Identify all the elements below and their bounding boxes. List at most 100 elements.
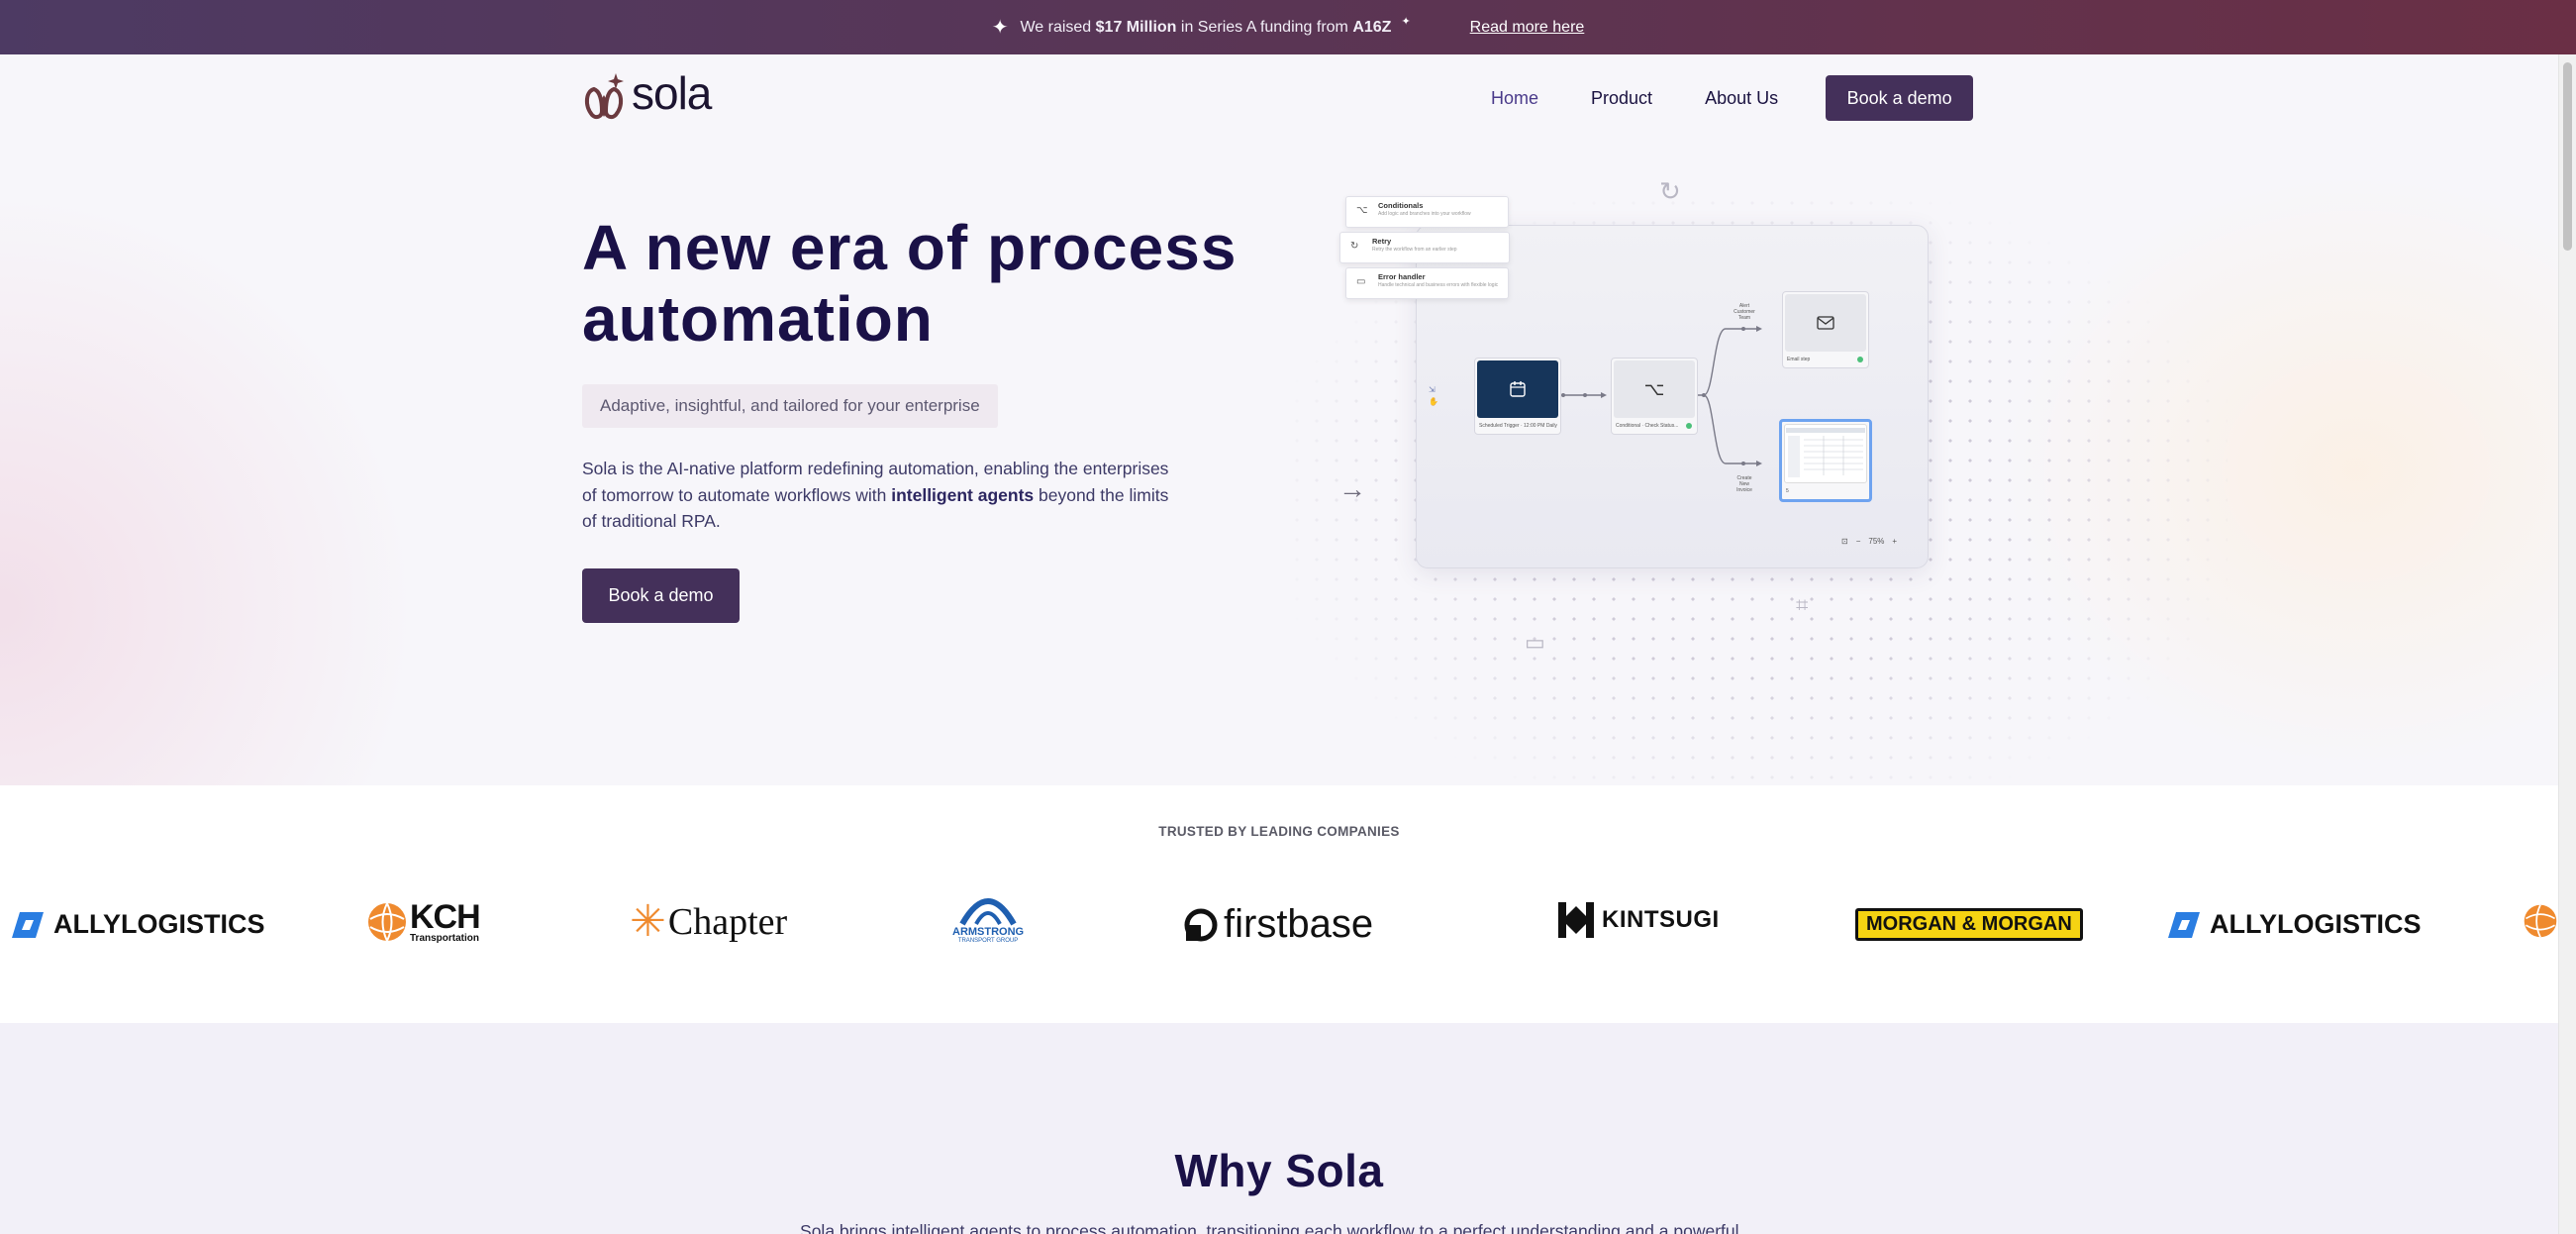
hero-book-demo-button[interactable]: Book a demo xyxy=(582,568,740,623)
sparkle-icon: ✦ xyxy=(991,17,1009,39)
armstrong-logo: ARMSTRONG TRANSPORT GROUP xyxy=(952,892,1024,944)
branch-label-bottom: Create New Invoice xyxy=(1736,475,1752,493)
kch-subtitle: Transportation xyxy=(410,933,480,944)
hero-title-line1: A new era of process xyxy=(582,212,1238,283)
trusted-label: TRUSTED BY LEADING COMPANIES xyxy=(1158,824,1400,839)
menu-item-error-handler[interactable]: ▭ Error handler Handle technical and bus… xyxy=(1345,267,1509,299)
condition-node-box: ⌥ xyxy=(1614,360,1695,418)
allylogistics-mark-icon xyxy=(12,911,44,938)
firstbase-mark-icon xyxy=(1184,908,1218,941)
brand-name: sola xyxy=(632,67,712,119)
zoom-level: 75% xyxy=(1868,537,1885,546)
sola-logo-icon xyxy=(585,73,624,120)
menu-item-sub: Handle technical and business errors wit… xyxy=(1378,282,1499,288)
spreadsheet-thumbnail-icon xyxy=(1786,428,1865,477)
email-node-box xyxy=(1785,294,1866,352)
menu-item-title: Error handler xyxy=(1378,272,1426,281)
read-more-link[interactable]: Read more here xyxy=(1470,19,1585,37)
fit-view-icon[interactable]: ⊡ xyxy=(1841,537,1848,546)
armstrong-mark-icon xyxy=(959,898,1017,926)
screen-node[interactable]: 5 xyxy=(1779,419,1872,502)
announcement-amount: $17 Million xyxy=(1095,18,1177,36)
hero-tagline: Adaptive, insightful, and tailored for y… xyxy=(582,384,998,428)
nav-home[interactable]: Home xyxy=(1491,88,1538,109)
kintsugi-logo: KINTSUGI xyxy=(1556,902,1720,938)
zoom-out-icon[interactable]: − xyxy=(1856,537,1861,546)
menu-item-retry[interactable]: ↻ Retry Retry the workflow from an earli… xyxy=(1339,232,1510,263)
menu-item-conditionals[interactable]: ⌥ Conditionals Add logic and branches in… xyxy=(1345,196,1509,228)
why-sola-text: Sola brings intelligent agents to proces… xyxy=(800,1221,1758,1234)
menu-item-title: Conditionals xyxy=(1378,201,1424,210)
kch-logo: KCH Transportation xyxy=(366,898,481,944)
allylogistics-logo-repeat: ALLYLOGISTICS xyxy=(2168,909,2422,940)
hero-section xyxy=(0,54,2558,807)
kch-globe-icon xyxy=(2524,904,2557,938)
folder-icon: ▭ xyxy=(1525,630,1545,655)
condition-node-label: Conditional · Check Status... xyxy=(1616,423,1679,429)
menu-item-sub: Add logic and branches into your workflo… xyxy=(1378,211,1471,217)
scrollbar-thumb[interactable] xyxy=(2563,62,2572,251)
screen-thumbnail xyxy=(1784,424,1867,483)
branch-icon: ⌥ xyxy=(1643,378,1665,399)
firstbase-logo: firstbase xyxy=(1184,902,1373,947)
hero-description: Sola is the AI-native platform redefinin… xyxy=(582,456,1186,535)
nav-product[interactable]: Product xyxy=(1591,88,1652,109)
success-indicator xyxy=(1857,357,1863,362)
announcement-investor: A16Z xyxy=(1352,18,1392,36)
morgan-logo: MORGAN & MORGAN xyxy=(1855,908,2083,941)
trigger-node-label: Scheduled Trigger · 12:00 PM Daily xyxy=(1479,423,1557,429)
email-node-label: Email step xyxy=(1787,357,1811,362)
why-sola-section: Why Sola Sola brings intelligent agents … xyxy=(0,1023,2558,1234)
screen-node-label: 5 xyxy=(1786,488,1789,494)
announcement-prefix: We raised xyxy=(1020,18,1092,36)
kch-globe-icon xyxy=(368,902,406,942)
frame-icon: ⌗ xyxy=(1796,592,1809,617)
armstrong-wordmark: ARMSTRONG xyxy=(952,926,1025,938)
branch-label-top: Alert Customer Team xyxy=(1734,303,1755,321)
nav-book-demo-button[interactable]: Book a demo xyxy=(1826,75,1974,121)
announcement-middle: in Series A funding from xyxy=(1180,18,1348,36)
canvas-tool-icons[interactable]: ⇲ ✋ xyxy=(1429,384,1438,408)
sparkle-small-icon: ✦ xyxy=(1401,16,1411,28)
error-icon: ▭ xyxy=(1356,276,1366,287)
chapter-logo: ✳ Chapter xyxy=(630,900,787,944)
why-sola-title: Why Sola xyxy=(1174,1145,1384,1196)
kch-logo-partial xyxy=(2523,900,2558,942)
hero-desc-bold: intelligent agents xyxy=(891,484,1035,505)
trigger-node[interactable]: Scheduled Trigger · 12:00 PM Daily xyxy=(1474,358,1561,435)
trusted-section: TRUSTED BY LEADING COMPANIES ALLYLOGISTI… xyxy=(0,785,2558,1023)
email-node[interactable]: Email step xyxy=(1782,291,1869,368)
announcement-bar: ✦ We raised $17 Million in Series A fund… xyxy=(0,0,2576,54)
calendar-icon xyxy=(1510,381,1526,397)
allylogistics-wordmark: ALLYLOGISTICS xyxy=(53,909,265,939)
refresh-icon: ↻ xyxy=(1659,176,1681,206)
kintsugi-wordmark: KINTSUGI xyxy=(1602,906,1720,933)
zoom-in-icon[interactable]: + xyxy=(1892,537,1897,546)
arrow-right-icon: → xyxy=(1338,473,1366,504)
nav-about-us[interactable]: About Us xyxy=(1705,88,1778,109)
sola-logo[interactable]: sola xyxy=(582,67,712,121)
allylogistics-mark-icon xyxy=(2168,911,2200,938)
morgan-wordmark: MORGAN & MORGAN xyxy=(1858,911,2080,938)
chapter-star-icon: ✳ xyxy=(630,897,666,946)
kintsugi-mark-icon xyxy=(1558,902,1594,938)
trigger-node-box xyxy=(1477,360,1558,418)
firstbase-wordmark: firstbase xyxy=(1224,902,1374,946)
retry-icon: ↻ xyxy=(1350,241,1359,252)
main-nav: Home Product About Us Book a demo xyxy=(1491,75,1974,121)
branch-icon: ⌥ xyxy=(1356,205,1368,216)
success-indicator xyxy=(1686,423,1692,429)
chapter-wordmark: Chapter xyxy=(667,901,788,943)
menu-item-title: Retry xyxy=(1372,237,1392,246)
hero-title: A new era of process automation xyxy=(582,212,1275,355)
kch-wordmark: KCH xyxy=(410,898,481,936)
hero-title-line2: automation xyxy=(582,283,934,355)
allylogistics-logo: ALLYLOGISTICS xyxy=(12,909,265,940)
menu-item-sub: Retry the workflow from an earlier step xyxy=(1372,247,1457,253)
mail-icon xyxy=(1817,316,1834,330)
condition-node[interactable]: ⌥ Conditional · Check Status... xyxy=(1611,358,1698,435)
page-scrollbar[interactable] xyxy=(2558,54,2576,1234)
armstrong-subtitle: TRANSPORT GROUP xyxy=(957,938,1019,944)
zoom-controls: ⊡ − 75% + xyxy=(1841,537,1897,546)
allylogistics-wordmark: ALLYLOGISTICS xyxy=(2210,909,2422,939)
